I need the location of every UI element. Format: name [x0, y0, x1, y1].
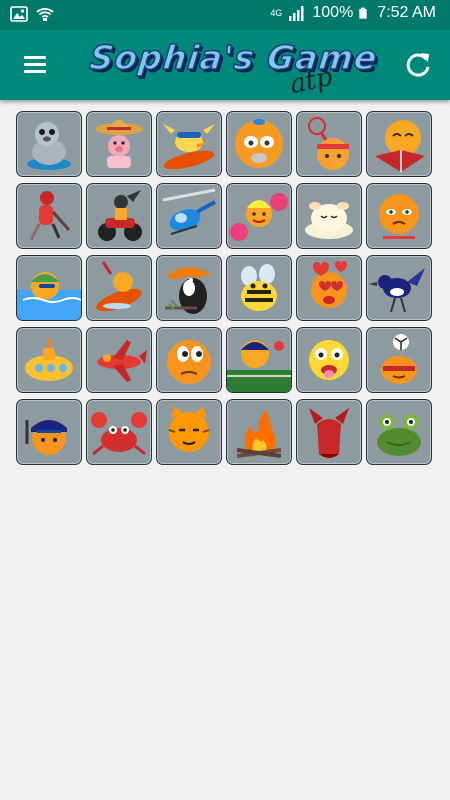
- card-campfire[interactable]: [226, 399, 292, 465]
- submarine-icon: [25, 338, 73, 381]
- menu-icon-line: [24, 70, 46, 73]
- card-tennis-player[interactable]: [296, 111, 362, 177]
- card-surfer-chick[interactable]: [156, 111, 222, 177]
- card-love-face[interactable]: [296, 255, 362, 321]
- card-mexican-pig[interactable]: [86, 111, 152, 177]
- card-hockey-player[interactable]: [16, 183, 82, 249]
- app-title: Sophia's Game: [87, 37, 380, 78]
- card-devil[interactable]: [296, 399, 362, 465]
- airplane-icon: [97, 340, 147, 382]
- game-card-grid: [16, 111, 436, 467]
- reading-face-icon: [375, 120, 425, 172]
- menu-button[interactable]: [18, 50, 52, 80]
- card-silly-face[interactable]: [296, 327, 362, 393]
- card-magpie[interactable]: [366, 255, 432, 321]
- wifi-icon: [36, 8, 54, 21]
- menu-icon: [24, 56, 46, 59]
- card-crab[interactable]: [86, 399, 152, 465]
- frog-icon: [377, 414, 421, 456]
- status-bar: 4G 100% 7:52 AM: [0, 0, 450, 30]
- card-airplane[interactable]: [86, 327, 152, 393]
- tiger-icon: [168, 406, 210, 452]
- tennis-player-icon: [308, 117, 349, 170]
- girl-face-icon: [235, 119, 283, 168]
- campfire-icon: [236, 410, 282, 458]
- app-bar: Sophia's Game atp: [0, 30, 450, 100]
- silly-face-icon: [309, 340, 349, 380]
- battery-icon: [359, 7, 367, 19]
- devil-icon: [309, 408, 349, 458]
- card-bee[interactable]: [226, 255, 292, 321]
- app-logo: Sophia's Game atp: [87, 36, 380, 100]
- card-ping-pong-player[interactable]: [226, 327, 292, 393]
- mexican-pig-icon: [95, 120, 143, 168]
- motorbike-rider-icon: [98, 190, 142, 241]
- card-teary-face[interactable]: [366, 183, 432, 249]
- sleepy-bun-icon: [305, 202, 353, 239]
- card-juggling-face[interactable]: [366, 327, 432, 393]
- clock: 7:52 AM: [377, 4, 436, 21]
- ping-pong-player-icon: [227, 340, 291, 392]
- card-swimmer[interactable]: [16, 255, 82, 321]
- toucan-icon: [165, 267, 211, 314]
- card-sleepy-bun[interactable]: [296, 183, 362, 249]
- love-face-icon: [311, 261, 347, 308]
- crab-icon: [91, 412, 147, 456]
- hockey-player-icon: [29, 191, 71, 241]
- card-helicopter[interactable]: [156, 183, 222, 249]
- bee-icon: [241, 264, 277, 311]
- jet-ski-icon: [96, 261, 142, 312]
- card-motorbike-rider[interactable]: [86, 183, 152, 249]
- surfer-chick-icon: [163, 124, 215, 170]
- card-submarine[interactable]: [16, 327, 82, 393]
- cheerleader-icon: [230, 193, 288, 241]
- swimmer-icon: [17, 272, 81, 320]
- card-girl-face[interactable]: [226, 111, 292, 177]
- card-toucan[interactable]: [156, 255, 222, 321]
- card-seal[interactable]: [16, 111, 82, 177]
- card-tiger[interactable]: [156, 399, 222, 465]
- police-face-icon: [25, 420, 67, 455]
- teary-face-icon: [379, 194, 419, 239]
- thinking-face-icon: [167, 340, 211, 384]
- seal-icon: [27, 122, 71, 170]
- image-icon: [10, 6, 28, 22]
- juggling-face-icon: [381, 334, 417, 384]
- helicopter-icon: [162, 188, 216, 235]
- card-police-face[interactable]: [16, 399, 82, 465]
- network-type: 4G: [270, 7, 283, 18]
- card-reading-face[interactable]: [366, 111, 432, 177]
- menu-icon-line: [24, 63, 46, 66]
- refresh-icon: [406, 53, 430, 77]
- card-cheerleader[interactable]: [226, 183, 292, 249]
- magpie-icon: [369, 268, 425, 313]
- battery-percent: 100%: [312, 4, 354, 21]
- signal-icon: [289, 6, 304, 21]
- refresh-button[interactable]: [402, 48, 436, 82]
- card-jet-ski[interactable]: [86, 255, 152, 321]
- card-frog[interactable]: [366, 399, 432, 465]
- card-thinking-face[interactable]: [156, 327, 222, 393]
